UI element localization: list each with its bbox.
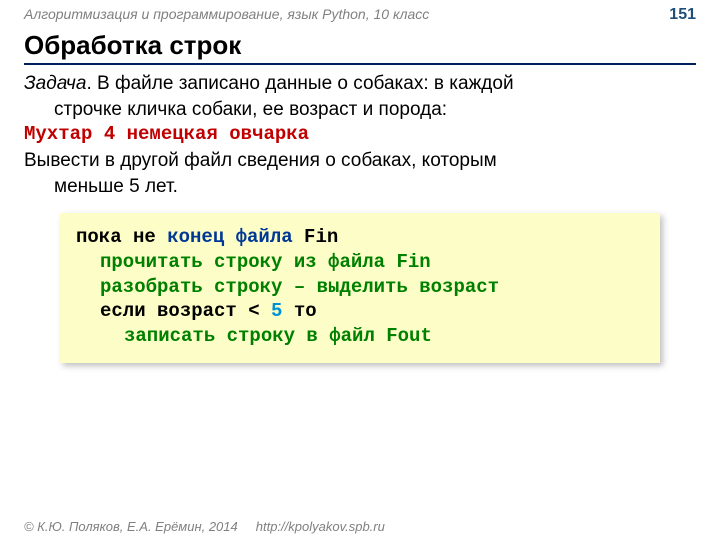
task-line4: меньше 5 лет. xyxy=(24,174,696,200)
header-bar: Алгоритмизация и программирование, язык … xyxy=(0,0,720,26)
code-t: если возраст < xyxy=(100,300,271,322)
page-title: Обработка строк xyxy=(0,26,720,63)
code-t: Fin xyxy=(293,226,339,248)
task-paragraph-2: Вывести в другой файл сведения о собаках… xyxy=(24,148,696,199)
code-t: то xyxy=(282,300,316,322)
task-line3: Вывести в другой файл сведения о собаках… xyxy=(24,150,497,171)
code-line-2: прочитать строку из файла Fin xyxy=(76,250,644,275)
sample-line: Мухтар 4 немецкая овчарка xyxy=(24,122,696,148)
code-kw: конец файла xyxy=(167,226,292,248)
course-label: Алгоритмизация и программирование, язык … xyxy=(24,6,429,22)
task-line2: строчке кличка собаки, ее возраст и поро… xyxy=(24,97,696,123)
copyright-text: © К.Ю. Поляков, Е.А. Ерёмин, 2014 xyxy=(24,519,238,534)
task-period: . xyxy=(86,73,97,94)
code-t: пока не xyxy=(76,226,167,248)
code-line-3: разобрать строку – выделить возраст xyxy=(76,275,644,300)
task-label: Задача xyxy=(24,73,86,94)
pseudocode-box: пока не конец файла Fin прочитать строку… xyxy=(60,213,660,362)
code-line-5: записать строку в файл Fout xyxy=(76,324,644,349)
code-line-1: пока не конец файла Fin xyxy=(76,225,644,250)
task-paragraph: Задача. В файле записано данные о собака… xyxy=(24,71,696,122)
task-line1: В файле записано данные о собаках: в каж… xyxy=(97,73,514,94)
footer-url: http://kpolyakov.spb.ru xyxy=(256,519,385,534)
page-number: 151 xyxy=(669,6,696,24)
code-line-4: если возраст < 5 то xyxy=(76,299,644,324)
content-area: Задача. В файле записано данные о собака… xyxy=(0,65,720,363)
code-num: 5 xyxy=(271,300,282,322)
footer-bar: © К.Ю. Поляков, Е.А. Ерёмин, 2014 http:/… xyxy=(0,515,720,540)
